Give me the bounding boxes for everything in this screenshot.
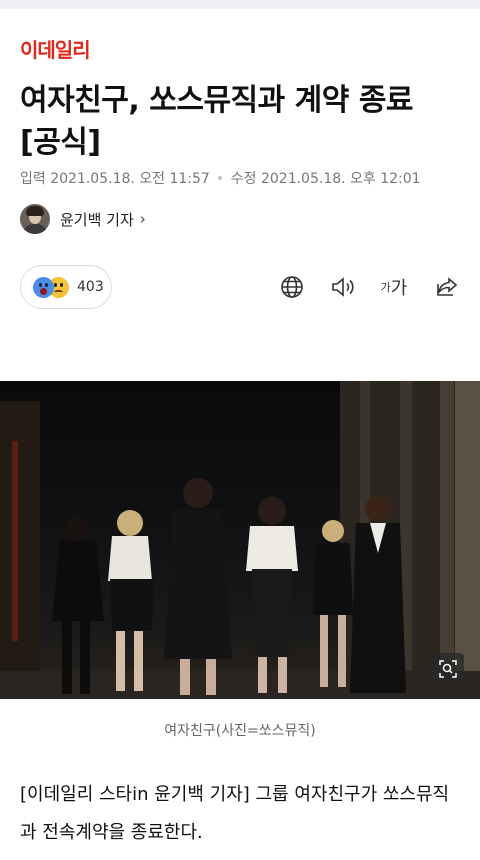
magnify-icon [439,660,457,678]
published-label: 입력 [20,171,46,187]
author-name: 윤기백 기자 [60,210,134,229]
author-link[interactable]: 윤기백 기자 › [20,203,146,235]
share-icon [437,277,458,296]
translate-button[interactable] [278,272,306,302]
group-photo [0,381,480,699]
reaction-button[interactable]: 403 [20,265,112,309]
globe-icon [281,276,303,298]
image-caption: 여자친구(사진=쏘스뮤직) [164,723,316,739]
font-size-icon: 가 [390,278,408,299]
reaction-count: 403 [77,279,104,295]
published-time: 2021.05.18. 오전 11:57 [50,171,210,187]
chevron-right-icon: › [139,210,146,228]
speaker-icon [332,277,354,297]
avatar [20,204,50,234]
status-bar [0,0,480,9]
font-size-icon-small: 가 [380,281,391,294]
modified-time: 2021.05.18. 오후 12:01 [260,171,421,187]
article-body: [이데일리 스타in 윤기백 기자] 그룹 여자친구가 쏘스뮤직과 전속계약을 … [20,784,450,843]
modified-label: 수정 [230,171,257,187]
article-meta: 입력 2021.05.18. 오전 11:57 수정 2021.05.18. 오… [20,168,421,188]
tts-button[interactable] [328,272,358,302]
zoom-image-button[interactable] [432,653,464,685]
meta-separator [218,175,223,180]
site-logo[interactable]: 이데일리 [20,34,91,63]
font-size-button[interactable]: 가가 [378,272,410,302]
share-button[interactable] [433,272,461,302]
surprised-face-icon [33,276,54,298]
article-title: 여자친구, 쏘스뮤직과 계약 종료 [공식] [20,83,414,160]
article-image[interactable] [0,381,480,699]
